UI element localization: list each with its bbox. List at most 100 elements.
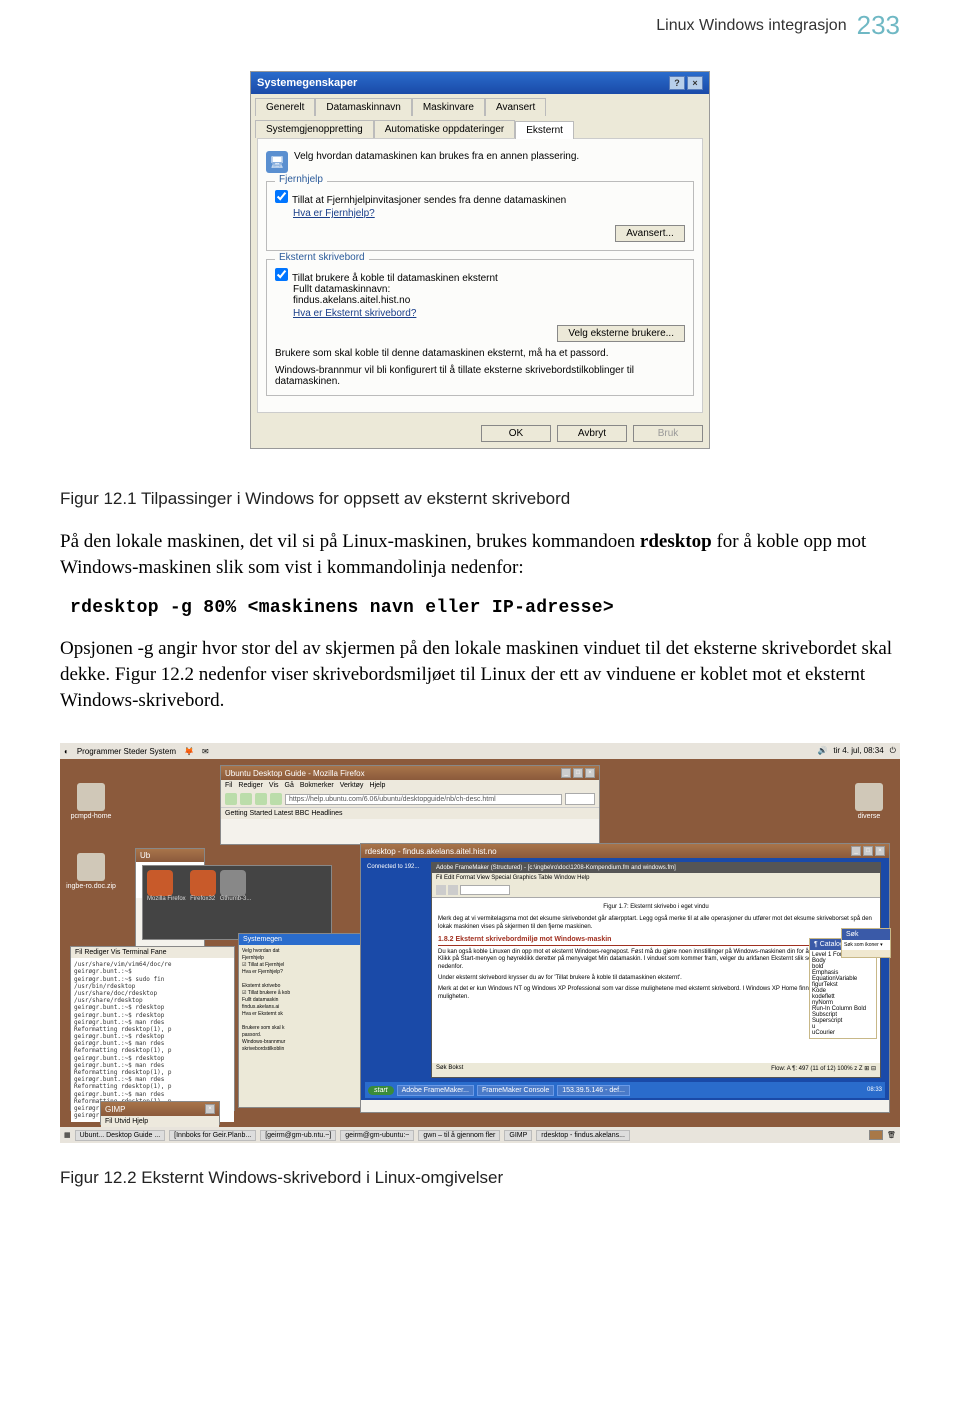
ubuntu-logo-icon[interactable]: ◐ xyxy=(64,747,69,756)
task-term2[interactable]: geirm@gm-ubuntu:~ xyxy=(340,1130,414,1141)
tab-datamaskinnavn[interactable]: Datamaskinnavn xyxy=(315,98,411,116)
font-select[interactable] xyxy=(460,885,510,895)
remotehelp-fieldset: Fjernhjelp Tillat at Fjernhjelpinvitasjo… xyxy=(266,181,694,251)
min-icon[interactable]: _ xyxy=(561,768,571,778)
close-icon[interactable]: × xyxy=(687,76,703,90)
catalog-item[interactable]: uCourier xyxy=(812,1030,874,1036)
desktop-icon-docszip[interactable]: ingbe-ro.doc.zip xyxy=(66,853,116,890)
terminal-menubar[interactable]: Fil Rediger Vis Terminal Fane xyxy=(71,947,234,958)
task-ubuntu-guide[interactable]: Ubunt... Desktop Guide ... xyxy=(75,1130,166,1141)
framemaker-titlebar: Adobe FrameMaker (Structured) - [c:\ingb… xyxy=(432,863,880,873)
paragraph-2: Opsjonen -g angir hvor stor del av skjer… xyxy=(60,636,900,713)
remotedesk-checkbox[interactable] xyxy=(275,268,288,281)
back-icon[interactable] xyxy=(225,793,237,805)
framemaker-menubar[interactable]: Fil Edit Format View Special Graphics Ta… xyxy=(432,873,880,883)
gimp-toolbox-window: GIMP× Fil Utvid Hjelp xyxy=(100,1101,220,1125)
close-icon[interactable]: × xyxy=(875,846,885,856)
app-gthumb[interactable]: Gthumb-3... xyxy=(220,870,252,902)
task-gimp[interactable]: GIMP xyxy=(504,1130,532,1141)
workspace-switcher[interactable] xyxy=(869,1130,883,1140)
remotedesk-note1: Brukere som skal koble til denne datamas… xyxy=(275,348,685,359)
xp-titlebar: Systemegenskaper ? × xyxy=(251,72,709,94)
remotedesk-fieldset: Eksternt skrivebord Tillat brukere å kob… xyxy=(266,259,694,396)
nested-sysprops-title: Systemegen xyxy=(239,934,367,945)
start-button[interactable]: start xyxy=(368,1086,394,1095)
xp-tab-body: 🖥 Velg hvordan datamaskinen kan brukes f… xyxy=(257,138,703,413)
tab-generelt[interactable]: Generelt xyxy=(255,98,315,116)
tab-avansert[interactable]: Avansert xyxy=(485,98,546,116)
toolbar-icon[interactable] xyxy=(448,885,458,895)
reload-icon[interactable] xyxy=(255,793,267,805)
tab-eksternt[interactable]: Eksternt xyxy=(515,121,574,139)
forward-icon[interactable] xyxy=(240,793,252,805)
desktop-icon-diverse[interactable]: diverse xyxy=(844,783,894,820)
fm-status-left: Søk Bokst xyxy=(436,1065,463,1072)
firefox-title: Ubuntu Desktop Guide - Mozilla Firefox xyxy=(225,769,365,778)
show-desktop-icon[interactable]: ▦ xyxy=(64,1131,71,1139)
mail-launcher-icon[interactable]: ✉ xyxy=(202,747,209,756)
remotehelp-checkbox[interactable] xyxy=(275,190,288,203)
gnome-topbar: ◐ Programmer Steder System 🦊 ✉ 🔊 tir 4. … xyxy=(60,743,900,759)
taskbar-def[interactable]: 153.39.5.146 - def... xyxy=(557,1085,630,1096)
search-input[interactable] xyxy=(565,793,595,805)
help-icon[interactable]: ? xyxy=(669,76,685,90)
cancel-button[interactable]: Avbryt xyxy=(557,425,627,442)
close-icon[interactable]: × xyxy=(585,768,595,778)
rdesktop-title: rdesktop - findus.akelans.aitel.hist.no xyxy=(365,847,497,856)
task-term1[interactable]: [geirm@gm-ub.ntu.~] xyxy=(260,1130,336,1141)
app-firefox32[interactable]: Firefox32 xyxy=(190,870,216,902)
sok-panel: Søk Søk som ikoner ▾ xyxy=(841,928,891,958)
tray-clock: 08:33 xyxy=(867,1087,882,1093)
xp-tabs-row2: Systemgjenoppretting Automatiske oppdate… xyxy=(251,116,709,138)
close-icon[interactable]: × xyxy=(205,1104,215,1114)
rdp-connected: Connected to 192... xyxy=(367,864,419,870)
menu-programmer[interactable]: Programmer Steder System xyxy=(77,747,176,756)
remotehelp-link[interactable]: Hva er Fjernhjelp? xyxy=(293,208,375,219)
xp-title-text: Systemegenskaper xyxy=(257,77,357,89)
taskbar-console[interactable]: FrameMaker Console xyxy=(477,1085,554,1096)
rdesktop-window: rdesktop - findus.akelans.aitel.hist.no … xyxy=(360,843,890,1113)
figure-caption-1: Figur 12.1 Tilpassinger i Windows for op… xyxy=(60,489,900,509)
task-gwn[interactable]: gwn – til å gjennom fler xyxy=(418,1130,500,1141)
tab-systemgjenoppretting[interactable]: Systemgjenoppretting xyxy=(255,120,374,138)
apply-button[interactable]: Bruk xyxy=(633,425,703,442)
volume-icon[interactable]: 🔊 xyxy=(817,746,827,756)
desktop-icon-pcmpd[interactable]: pcmpd-home xyxy=(66,783,116,820)
clock[interactable]: tir 4. jul, 08:34 xyxy=(833,746,883,756)
remotehelp-advanced-button[interactable]: Avansert... xyxy=(615,225,685,242)
min-icon[interactable]: _ xyxy=(851,846,861,856)
paragraph-1: På den lokale maskinen, det vil si på Li… xyxy=(60,529,900,580)
taskbar-fm[interactable]: Adobe FrameMaker... xyxy=(397,1085,474,1096)
tab-auto-oppdateringer[interactable]: Automatiske oppdateringer xyxy=(374,120,516,138)
toolbar-icon[interactable] xyxy=(436,885,446,895)
tab-maskinvare[interactable]: Maskinvare xyxy=(412,98,485,116)
remotehelp-checkbox-label: Tillat at Fjernhjelpinvitasjoner sendes … xyxy=(292,195,566,206)
remotedesk-note2: Windows-brannmur vil bli konfigurert til… xyxy=(275,365,685,387)
firefox-menubar[interactable]: FilRedigerVisGåBokmerkerVerktøyHjelp xyxy=(221,780,599,791)
stop-icon[interactable] xyxy=(270,793,282,805)
section-title: Linux Windows integrasjon xyxy=(656,17,846,35)
xp-intro-text: Velg hvordan datamaskinen kan brukes fra… xyxy=(294,151,579,162)
bookmark-bar[interactable]: Getting Started Latest BBC Headlines xyxy=(225,810,343,817)
remote-icon: 🖥 xyxy=(266,151,288,173)
figure-caption-2: Figur 12.2 Eksternt Windows-skrivebord i… xyxy=(60,1168,900,1188)
task-innboks[interactable]: [Innboks for Geir.Planb... xyxy=(169,1130,256,1141)
url-input[interactable]: https://help.ubuntu.com/6.06/ubuntu/desk… xyxy=(285,794,562,805)
hostname-value: findus.akelans.aitel.hist.no xyxy=(293,295,685,306)
select-external-users-button[interactable]: Velg eksterne brukere... xyxy=(557,325,685,342)
logout-icon[interactable]: ⏻ xyxy=(890,746,896,756)
terminal-content[interactable]: /usr/share/vim/vim64/doc/re geirøgr.bunt… xyxy=(71,958,234,1122)
app-icons-window: Mozilla Firefox Firefox32 Gthumb-3... xyxy=(142,865,332,940)
gnome-bottombar: ▦ Ubunt... Desktop Guide ... [Innboks fo… xyxy=(60,1127,900,1143)
remotedesk-legend: Eksternt skrivebord xyxy=(275,252,369,263)
task-rdesktop[interactable]: rdesktop - findus.akelans... xyxy=(536,1130,630,1141)
max-icon[interactable]: □ xyxy=(863,846,873,856)
hostname-label: Fullt datamaskinnavn: xyxy=(293,284,685,295)
app-firefox[interactable]: Mozilla Firefox xyxy=(147,870,186,902)
max-icon[interactable]: □ xyxy=(573,768,583,778)
ok-button[interactable]: OK xyxy=(481,425,551,442)
firefox-launcher-icon[interactable]: 🦊 xyxy=(184,747,194,756)
remotedesk-link[interactable]: Hva er Eksternt skrivebord? xyxy=(293,308,416,319)
trash-icon[interactable]: 🗑 xyxy=(887,1131,896,1139)
terminal-window: Fil Rediger Vis Terminal Fane /usr/share… xyxy=(70,946,235,1111)
